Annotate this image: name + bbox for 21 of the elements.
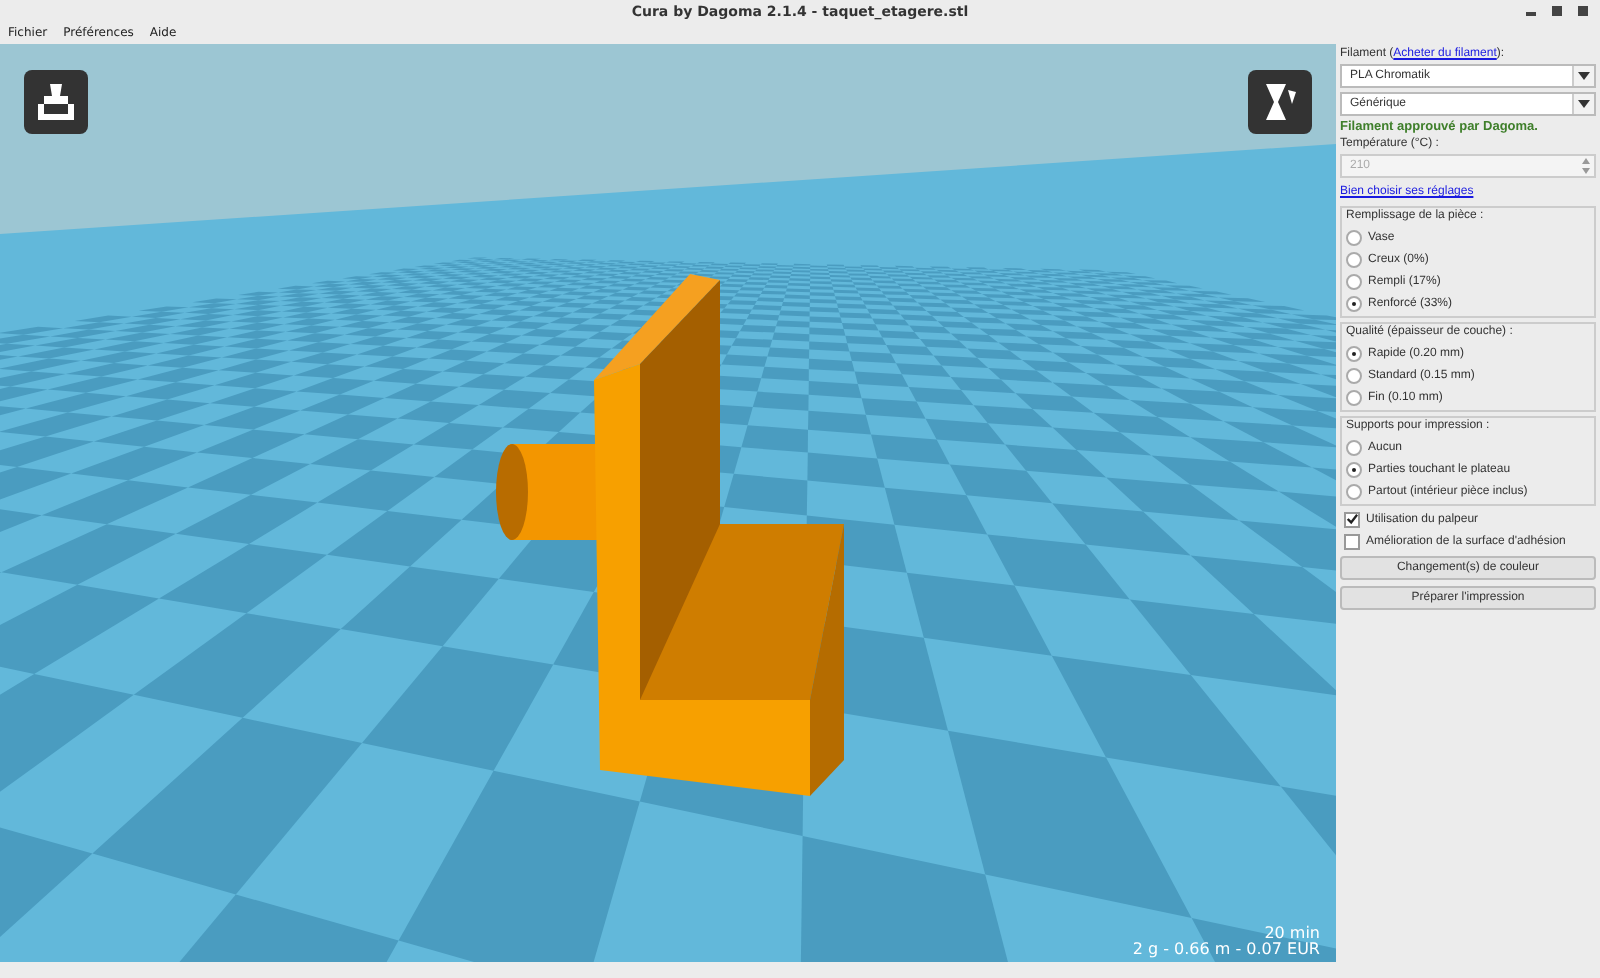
minimize-icon[interactable] xyxy=(1526,6,1536,16)
caret-icon xyxy=(1578,100,1590,108)
view-mode-button[interactable] xyxy=(1248,70,1312,134)
radio-button[interactable] xyxy=(1346,251,1362,267)
radio-button[interactable] xyxy=(1346,439,1362,455)
print-stats: 2 g - 0.66 m - 0.07 EUR xyxy=(1132,942,1320,958)
print-time: 20 min xyxy=(1264,926,1320,942)
tray-icon xyxy=(34,80,78,124)
radio-button[interactable] xyxy=(1346,273,1362,289)
spin-arrows-icon xyxy=(1582,158,1590,174)
load-button[interactable] xyxy=(24,70,88,134)
caret-icon xyxy=(1578,72,1590,80)
radio-button[interactable] xyxy=(1346,295,1362,311)
checkbox[interactable] xyxy=(1344,533,1360,549)
checkbox[interactable] xyxy=(1344,511,1360,527)
radio-button[interactable] xyxy=(1346,345,1362,361)
radio-button[interactable] xyxy=(1346,461,1362,477)
radio-button[interactable] xyxy=(1346,367,1362,383)
radio-button[interactable] xyxy=(1346,389,1362,405)
radio-button[interactable] xyxy=(1346,229,1362,245)
radio-button[interactable] xyxy=(1346,483,1362,499)
